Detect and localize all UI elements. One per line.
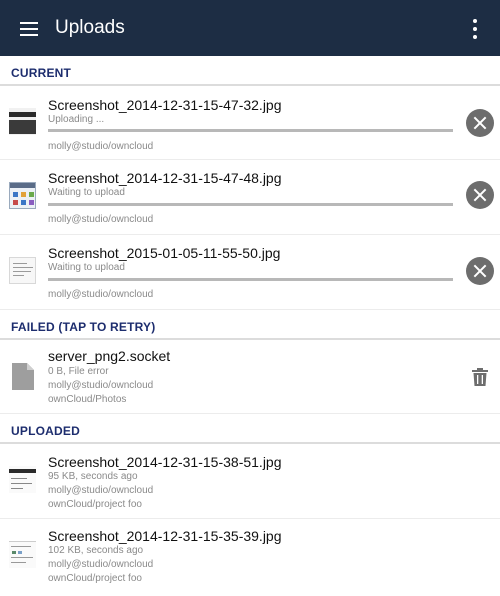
section-header-current: CURRENT <box>0 58 500 86</box>
account-name: molly@studio/owncloud <box>48 289 154 300</box>
remote-path: ownCloud/project foo <box>48 499 142 510</box>
account-name: molly@studio/owncloud <box>48 380 154 391</box>
upload-row-current[interactable]: Screenshot_2014-12-31-15-47-32.jpg Uploa… <box>0 86 500 160</box>
remote-path: ownCloud/Photos <box>48 394 127 405</box>
section-header-failed: FAILED (TAP TO RETRY) <box>0 312 500 340</box>
upload-row-failed[interactable]: server_png2.socket 0 B, File error molly… <box>0 340 500 414</box>
section-header-uploaded: UPLOADED <box>0 416 500 444</box>
file-name: Screenshot_2014-12-31-15-47-48.jpg <box>48 170 282 186</box>
app-bar: Uploads <box>0 0 500 56</box>
upload-status: 0 B, File error <box>48 366 109 377</box>
more-vert-icon[interactable] <box>470 19 480 39</box>
upload-row-uploaded[interactable]: Screenshot_2014-12-31-15-35-39.jpg 102 K… <box>0 519 500 596</box>
upload-status: Uploading ... <box>48 114 105 125</box>
upload-status: 95 KB, seconds ago <box>48 471 138 482</box>
upload-status: 102 KB, seconds ago <box>48 545 144 556</box>
upload-row-uploaded[interactable]: Screenshot_2014-12-31-15-38-51.jpg 95 KB… <box>0 444 500 519</box>
account-name: molly@studio/owncloud <box>48 214 154 225</box>
upload-row-current[interactable]: Screenshot_2014-12-31-15-47-48.jpg Waiti… <box>0 160 500 235</box>
generic-file-icon <box>12 363 34 390</box>
file-thumbnail <box>9 541 36 568</box>
cancel-upload-button[interactable] <box>466 257 494 285</box>
upload-progress-bar <box>48 278 453 281</box>
upload-progress-bar <box>48 203 453 206</box>
upload-progress-bar <box>48 129 453 132</box>
file-thumbnail <box>9 108 36 135</box>
file-thumbnail <box>9 182 36 209</box>
account-name: molly@studio/owncloud <box>48 485 154 496</box>
hamburger-menu-icon[interactable] <box>20 22 38 36</box>
trash-icon[interactable] <box>472 368 488 386</box>
upload-status: Waiting to upload <box>48 262 125 273</box>
page-title: Uploads <box>55 17 125 38</box>
section-label-uploaded: UPLOADED <box>11 424 80 438</box>
section-label-current: CURRENT <box>11 66 72 80</box>
account-name: molly@studio/owncloud <box>48 141 154 152</box>
file-name: Screenshot_2015-01-05-11-55-50.jpg <box>48 245 281 261</box>
file-name: Screenshot_2014-12-31-15-38-51.jpg <box>48 454 282 470</box>
file-name: server_png2.socket <box>48 348 171 364</box>
file-name: Screenshot_2014-12-31-15-47-32.jpg <box>48 97 282 113</box>
file-thumbnail <box>9 466 36 493</box>
upload-row-current[interactable]: Screenshot_2015-01-05-11-55-50.jpg Waiti… <box>0 235 500 310</box>
file-name: Screenshot_2014-12-31-15-35-39.jpg <box>48 528 282 544</box>
cancel-upload-button[interactable] <box>466 181 494 209</box>
section-label-failed: FAILED (TAP TO RETRY) <box>11 320 156 334</box>
account-name: molly@studio/owncloud <box>48 559 154 570</box>
cancel-upload-button[interactable] <box>466 109 494 137</box>
file-thumbnail <box>9 257 36 284</box>
remote-path: ownCloud/project foo <box>48 573 142 584</box>
upload-status: Waiting to upload <box>48 187 125 198</box>
